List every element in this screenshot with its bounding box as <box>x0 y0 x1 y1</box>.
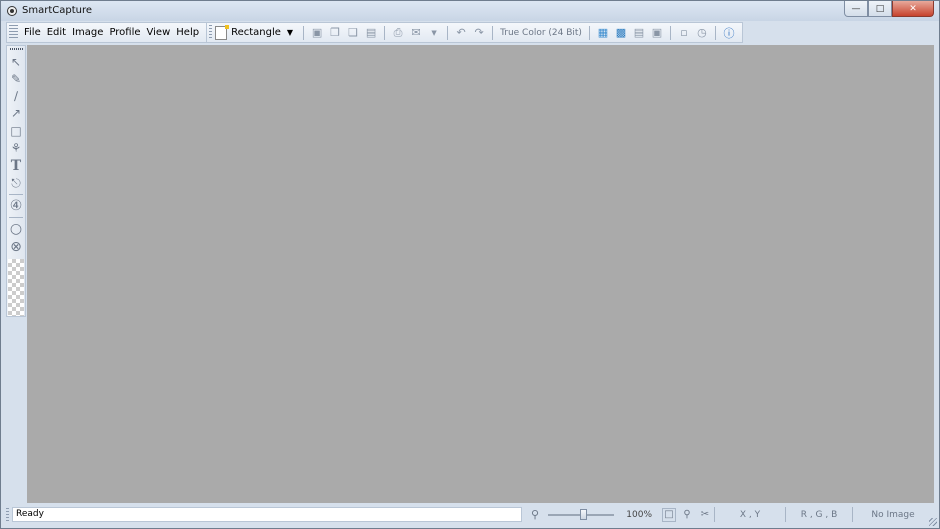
email-dropdown-icon[interactable]: ▼ <box>427 26 441 40</box>
copy-icon[interactable]: ❏ <box>346 26 360 40</box>
separator <box>9 193 23 195</box>
separator <box>669 25 671 40</box>
window-controls: — □ ✕ <box>844 1 934 17</box>
zoom-tool-icon[interactable]: ⚲ <box>680 508 694 522</box>
timer-icon[interactable]: ◷ <box>695 26 709 40</box>
window-title: SmartCapture <box>22 5 93 16</box>
undo-icon[interactable]: ↶ <box>454 26 468 40</box>
zoom-slider-thumb[interactable] <box>580 508 587 520</box>
drawing-toolbar: ↖ ✎ ∕ ↗ □ ⚘ T ⎋ ④ ○ ⊗ <box>6 45 26 317</box>
zoom-value: 100% <box>626 509 652 520</box>
transparency-pattern-swatch[interactable] <box>8 258 24 316</box>
email-icon[interactable]: ✉ <box>409 26 423 40</box>
main-toolbar: Rectangle ▼ ▣ ❐ ❏ ▤ ⎙ ✉ ▼ ↶ ↷ True Color… <box>207 22 743 43</box>
frame-icon[interactable]: ▣ <box>650 26 664 40</box>
maximize-button[interactable]: □ <box>868 1 892 17</box>
clear-icon[interactable]: ⊗ <box>9 239 23 255</box>
dropdown-arrow-icon: ▼ <box>286 28 294 37</box>
pixel-color-value: R , G , B <box>785 507 852 522</box>
save-icon[interactable]: ▣ <box>310 26 324 40</box>
delete-icon[interactable]: ▫ <box>677 26 691 40</box>
separator <box>492 25 494 40</box>
status-grip <box>6 507 9 522</box>
image-info: No Image <box>852 507 933 522</box>
capture-mode-dropdown[interactable]: Rectangle ▼ <box>215 24 294 40</box>
menu-bar: File Edit Image Profile View Help <box>6 22 208 43</box>
status-bar: Ready ⚲ 100% □ ⚲ ✂ X , Y R , G , B No Im… <box>6 505 934 524</box>
separator <box>384 25 386 40</box>
separator <box>447 25 449 40</box>
toolbar-row: File Edit Image Profile View Help Rectan… <box>6 22 743 43</box>
number-step-icon[interactable]: ④ <box>9 198 23 214</box>
minimize-button[interactable]: — <box>844 1 868 17</box>
info-icon[interactable]: ⓘ <box>722 26 736 40</box>
new-capture-icon <box>215 24 230 40</box>
app-icon[interactable] <box>7 6 17 16</box>
image-icon[interactable]: ▦ <box>596 26 610 40</box>
line-icon[interactable]: ∕ <box>9 88 23 103</box>
right-edge <box>934 45 938 503</box>
menu-view[interactable]: View <box>144 27 174 38</box>
save-all-icon[interactable]: ❐ <box>328 26 342 40</box>
image-canvas[interactable] <box>27 45 935 503</box>
menu-profile[interactable]: Profile <box>106 27 143 38</box>
histogram-icon[interactable]: ▤ <box>632 26 646 40</box>
separator <box>588 25 590 40</box>
redo-icon[interactable]: ↷ <box>472 26 486 40</box>
drawing-toolbar-grip[interactable] <box>9 48 23 50</box>
status-text: Ready <box>12 507 522 522</box>
zoom-magnifier-icon[interactable]: ⚲ <box>528 508 542 522</box>
title-bar[interactable]: SmartCapture — □ ✕ <box>1 1 939 21</box>
circle-icon[interactable]: ○ <box>9 221 23 237</box>
cursor-coordinates: X , Y <box>714 507 785 522</box>
menu-file[interactable]: File <box>21 27 44 38</box>
stamp-icon[interactable]: ⎋ <box>9 176 23 191</box>
menu-edit[interactable]: Edit <box>44 27 69 38</box>
color-mode-label[interactable]: True Color (24 Bit) <box>497 28 585 38</box>
capture-mode-label: Rectangle <box>231 27 281 38</box>
text-icon[interactable]: T <box>9 158 23 174</box>
menu-grip[interactable] <box>9 25 18 40</box>
fill-bucket-icon[interactable]: ⚘ <box>9 140 23 155</box>
zoom-slider[interactable] <box>548 508 614 522</box>
app-window: SmartCapture — □ ✕ File Edit Image Profi… <box>0 0 940 529</box>
print-icon[interactable]: ⎙ <box>391 26 405 40</box>
paste-icon[interactable]: ▤ <box>364 26 378 40</box>
image-color-icon[interactable]: ▩ <box>614 26 628 40</box>
menu-help[interactable]: Help <box>173 27 202 38</box>
rectangle-icon[interactable]: □ <box>9 123 23 138</box>
arrow-icon[interactable]: ↗ <box>9 106 23 121</box>
separator <box>714 25 716 40</box>
resize-grip[interactable] <box>929 518 937 526</box>
separator <box>9 216 23 218</box>
close-button[interactable]: ✕ <box>892 1 934 17</box>
crop-icon[interactable]: ✂ <box>698 508 712 522</box>
separator <box>303 25 305 40</box>
toolbar-grip[interactable] <box>209 25 213 40</box>
fit-window-icon[interactable]: □ <box>662 507 676 522</box>
menu-image[interactable]: Image <box>69 27 106 38</box>
pencil-icon[interactable]: ✎ <box>9 71 23 86</box>
select-pointer-icon[interactable]: ↖ <box>9 54 23 69</box>
